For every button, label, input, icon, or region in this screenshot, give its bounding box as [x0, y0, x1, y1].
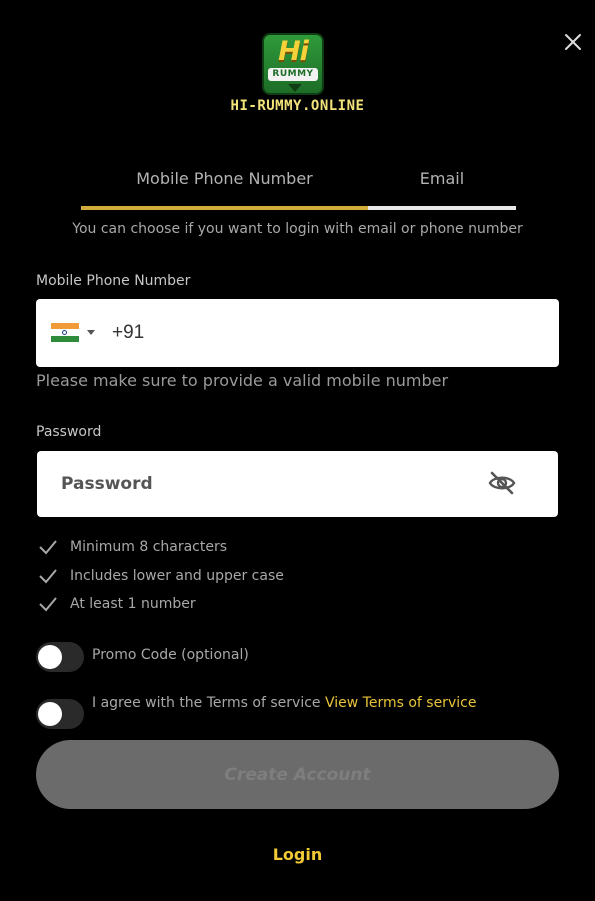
- phone-field: [36, 299, 559, 367]
- tab-active-indicator: [81, 206, 368, 210]
- terms-toggle[interactable]: [36, 699, 84, 729]
- site-name: HI-RUMMY.ONLINE: [230, 98, 365, 114]
- rule-text: At least 1 number: [70, 596, 196, 613]
- login-method-tabs: Mobile Phone Number Email: [81, 163, 516, 210]
- logo-bottom-text: RUMMY: [268, 68, 318, 81]
- check-icon: [39, 569, 57, 584]
- password-field: [37, 451, 558, 517]
- eye-off-icon[interactable]: [487, 468, 517, 498]
- login-hint: You can choose if you want to login with…: [72, 221, 523, 237]
- phone-warning: Please make sure to provide a valid mobi…: [36, 371, 449, 390]
- promo-code-toggle[interactable]: [36, 642, 84, 672]
- tab-email[interactable]: Email: [368, 163, 516, 207]
- check-icon: [39, 540, 57, 555]
- logo: Hi RUMMY: [262, 33, 324, 95]
- terms-label: I agree with the Terms of service View T…: [92, 695, 476, 711]
- promo-code-label: Promo Code (optional): [92, 647, 249, 663]
- logo-top-text: Hi: [278, 36, 309, 67]
- chevron-down-icon[interactable]: [87, 330, 95, 335]
- close-icon[interactable]: [561, 30, 585, 54]
- login-link[interactable]: Login: [0, 845, 595, 864]
- password-input[interactable]: [61, 451, 481, 517]
- tab-mobile-phone[interactable]: Mobile Phone Number: [81, 163, 368, 207]
- india-flag-icon[interactable]: [51, 323, 79, 342]
- rule-text: Includes lower and upper case: [70, 567, 284, 584]
- phone-input[interactable]: [112, 299, 552, 367]
- rule-text: Minimum 8 characters: [70, 539, 228, 556]
- rule-item: Minimum 8 characters: [38, 533, 284, 562]
- terms-text: I agree with the Terms of service: [92, 695, 321, 711]
- password-rules: Minimum 8 characters Includes lower and …: [38, 533, 284, 619]
- check-icon: [39, 597, 57, 612]
- password-label: Password: [36, 424, 102, 440]
- rule-item: At least 1 number: [38, 590, 284, 619]
- phone-label: Mobile Phone Number: [36, 273, 191, 289]
- view-terms-link[interactable]: View Terms of service: [325, 695, 476, 711]
- create-account-button[interactable]: Create Account: [36, 740, 559, 809]
- rule-item: Includes lower and upper case: [38, 562, 284, 591]
- tab-inactive-indicator: [368, 206, 516, 210]
